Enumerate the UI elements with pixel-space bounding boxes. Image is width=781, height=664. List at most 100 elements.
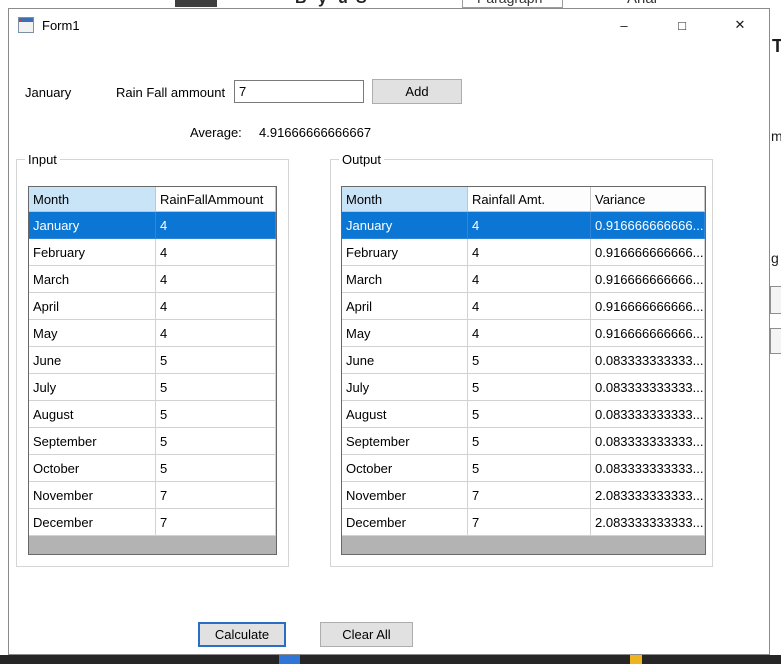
cell[interactable]: February xyxy=(342,238,468,266)
table-row[interactable]: August 5 0.083333333333... xyxy=(342,400,705,428)
cell[interactable]: July xyxy=(342,373,468,401)
cell[interactable]: June xyxy=(29,346,156,374)
cell[interactable]: 4 xyxy=(467,292,591,320)
calculate-button[interactable]: Calculate xyxy=(198,622,286,647)
cell[interactable]: 4 xyxy=(467,238,591,266)
cell[interactable]: 0.083333333333... xyxy=(590,454,705,482)
cell[interactable]: September xyxy=(342,427,468,455)
table-row[interactable]: November 7 xyxy=(29,481,276,509)
cell[interactable]: 0.083333333333... xyxy=(590,346,705,374)
cell[interactable]: 5 xyxy=(467,373,591,401)
cell[interactable]: 4 xyxy=(155,265,276,293)
cell[interactable]: 2.083333333333... xyxy=(590,481,705,509)
cell[interactable]: 5 xyxy=(467,454,591,482)
cell[interactable]: 4 xyxy=(467,319,591,347)
table-row[interactable]: September 5 0.083333333333... xyxy=(342,427,705,455)
cell[interactable]: 5 xyxy=(467,400,591,428)
cell[interactable]: March xyxy=(29,265,156,293)
table-row[interactable]: June 5 0.083333333333... xyxy=(342,346,705,374)
cell[interactable]: 0.083333333333... xyxy=(590,427,705,455)
cell[interactable]: 5 xyxy=(155,346,276,374)
cell[interactable]: October xyxy=(29,454,156,482)
cell[interactable]: 0.916666666666... xyxy=(590,211,705,239)
cell[interactable]: 7 xyxy=(155,481,276,509)
table-row[interactable]: March 4 xyxy=(29,265,276,293)
output-grid[interactable]: Month Rainfall Amt. Variance January 4 0.9166… xyxy=(342,187,705,536)
cell[interactable]: 4 xyxy=(155,319,276,347)
cell[interactable]: 4 xyxy=(155,238,276,266)
cell[interactable]: May xyxy=(29,319,156,347)
table-row[interactable]: October 5 0.083333333333... xyxy=(342,454,705,482)
clear-all-button[interactable]: Clear All xyxy=(320,622,413,647)
cell[interactable]: 5 xyxy=(155,373,276,401)
cell[interactable]: 2.083333333333... xyxy=(590,508,705,536)
column-header[interactable]: Month xyxy=(29,187,156,212)
table-row[interactable]: March 4 0.916666666666... xyxy=(342,265,705,293)
cell[interactable]: 0.083333333333... xyxy=(590,373,705,401)
rainfall-amount-input[interactable] xyxy=(234,80,364,103)
column-header[interactable]: Rainfall Amt. xyxy=(467,187,591,212)
taskbar-icon-blue[interactable] xyxy=(279,655,300,664)
cell[interactable]: January xyxy=(342,211,468,239)
cell[interactable]: May xyxy=(342,319,468,347)
table-row[interactable]: January 4 0.916666666666... xyxy=(342,211,705,239)
column-header[interactable]: Variance xyxy=(590,187,705,212)
table-row[interactable]: June 5 xyxy=(29,346,276,374)
cell[interactable]: 4 xyxy=(467,265,591,293)
table-row[interactable]: April 4 0.916666666666... xyxy=(342,292,705,320)
maximize-button[interactable]: □ xyxy=(653,9,711,41)
taskbar-icon-yellow[interactable] xyxy=(630,655,642,664)
cell[interactable]: 5 xyxy=(155,454,276,482)
cell[interactable]: August xyxy=(342,400,468,428)
cell[interactable]: 0.916666666666... xyxy=(590,265,705,293)
table-row[interactable]: September 5 xyxy=(29,427,276,455)
cell[interactable]: March xyxy=(342,265,468,293)
table-row[interactable]: May 4 0.916666666666... xyxy=(342,319,705,347)
cell[interactable]: 0.083333333333... xyxy=(590,400,705,428)
table-row[interactable]: November 7 2.083333333333... xyxy=(342,481,705,509)
cell[interactable]: 7 xyxy=(467,508,591,536)
cell[interactable]: 4 xyxy=(155,292,276,320)
cell[interactable]: January xyxy=(29,211,156,239)
table-row[interactable]: May 4 xyxy=(29,319,276,347)
cell[interactable]: July xyxy=(29,373,156,401)
table-row[interactable]: February 4 0.916666666666... xyxy=(342,238,705,266)
table-row[interactable]: January 4 xyxy=(29,211,276,239)
cell[interactable]: 0.916666666666... xyxy=(590,292,705,320)
table-row[interactable]: December 7 xyxy=(29,508,276,536)
column-header[interactable]: RainFallAmmount xyxy=(155,187,276,212)
add-button[interactable]: Add xyxy=(372,79,462,104)
table-row[interactable]: December 7 2.083333333333... xyxy=(342,508,705,536)
table-row[interactable]: August 5 xyxy=(29,400,276,428)
cell[interactable]: 0.916666666666... xyxy=(590,319,705,347)
cell[interactable]: December xyxy=(342,508,468,536)
cell[interactable]: February xyxy=(29,238,156,266)
cell[interactable]: April xyxy=(342,292,468,320)
titlebar[interactable]: Form1 – □ ✕ xyxy=(9,9,769,41)
cell[interactable]: December xyxy=(29,508,156,536)
cell[interactable]: 5 xyxy=(467,427,591,455)
table-row[interactable]: February 4 xyxy=(29,238,276,266)
minimize-button[interactable]: – xyxy=(595,9,653,41)
column-header[interactable]: Month xyxy=(342,187,468,212)
cell[interactable]: 5 xyxy=(155,427,276,455)
cell[interactable]: 4 xyxy=(155,211,276,239)
cell[interactable]: 4 xyxy=(467,211,591,239)
table-row[interactable]: July 5 0.083333333333... xyxy=(342,373,705,401)
cell[interactable]: 5 xyxy=(467,346,591,374)
cell[interactable]: November xyxy=(29,481,156,509)
cell[interactable]: 0.916666666666... xyxy=(590,238,705,266)
table-row[interactable]: October 5 xyxy=(29,454,276,482)
cell[interactable]: 7 xyxy=(467,481,591,509)
cell[interactable]: April xyxy=(29,292,156,320)
input-grid[interactable]: Month RainFallAmmount January 4 February 4 Mar… xyxy=(29,187,276,536)
cell[interactable]: August xyxy=(29,400,156,428)
cell[interactable]: 5 xyxy=(155,400,276,428)
cell[interactable]: 7 xyxy=(155,508,276,536)
cell[interactable]: October xyxy=(342,454,468,482)
close-button[interactable]: ✕ xyxy=(711,9,769,41)
cell[interactable]: June xyxy=(342,346,468,374)
table-row[interactable]: April 4 xyxy=(29,292,276,320)
cell[interactable]: September xyxy=(29,427,156,455)
cell[interactable]: November xyxy=(342,481,468,509)
